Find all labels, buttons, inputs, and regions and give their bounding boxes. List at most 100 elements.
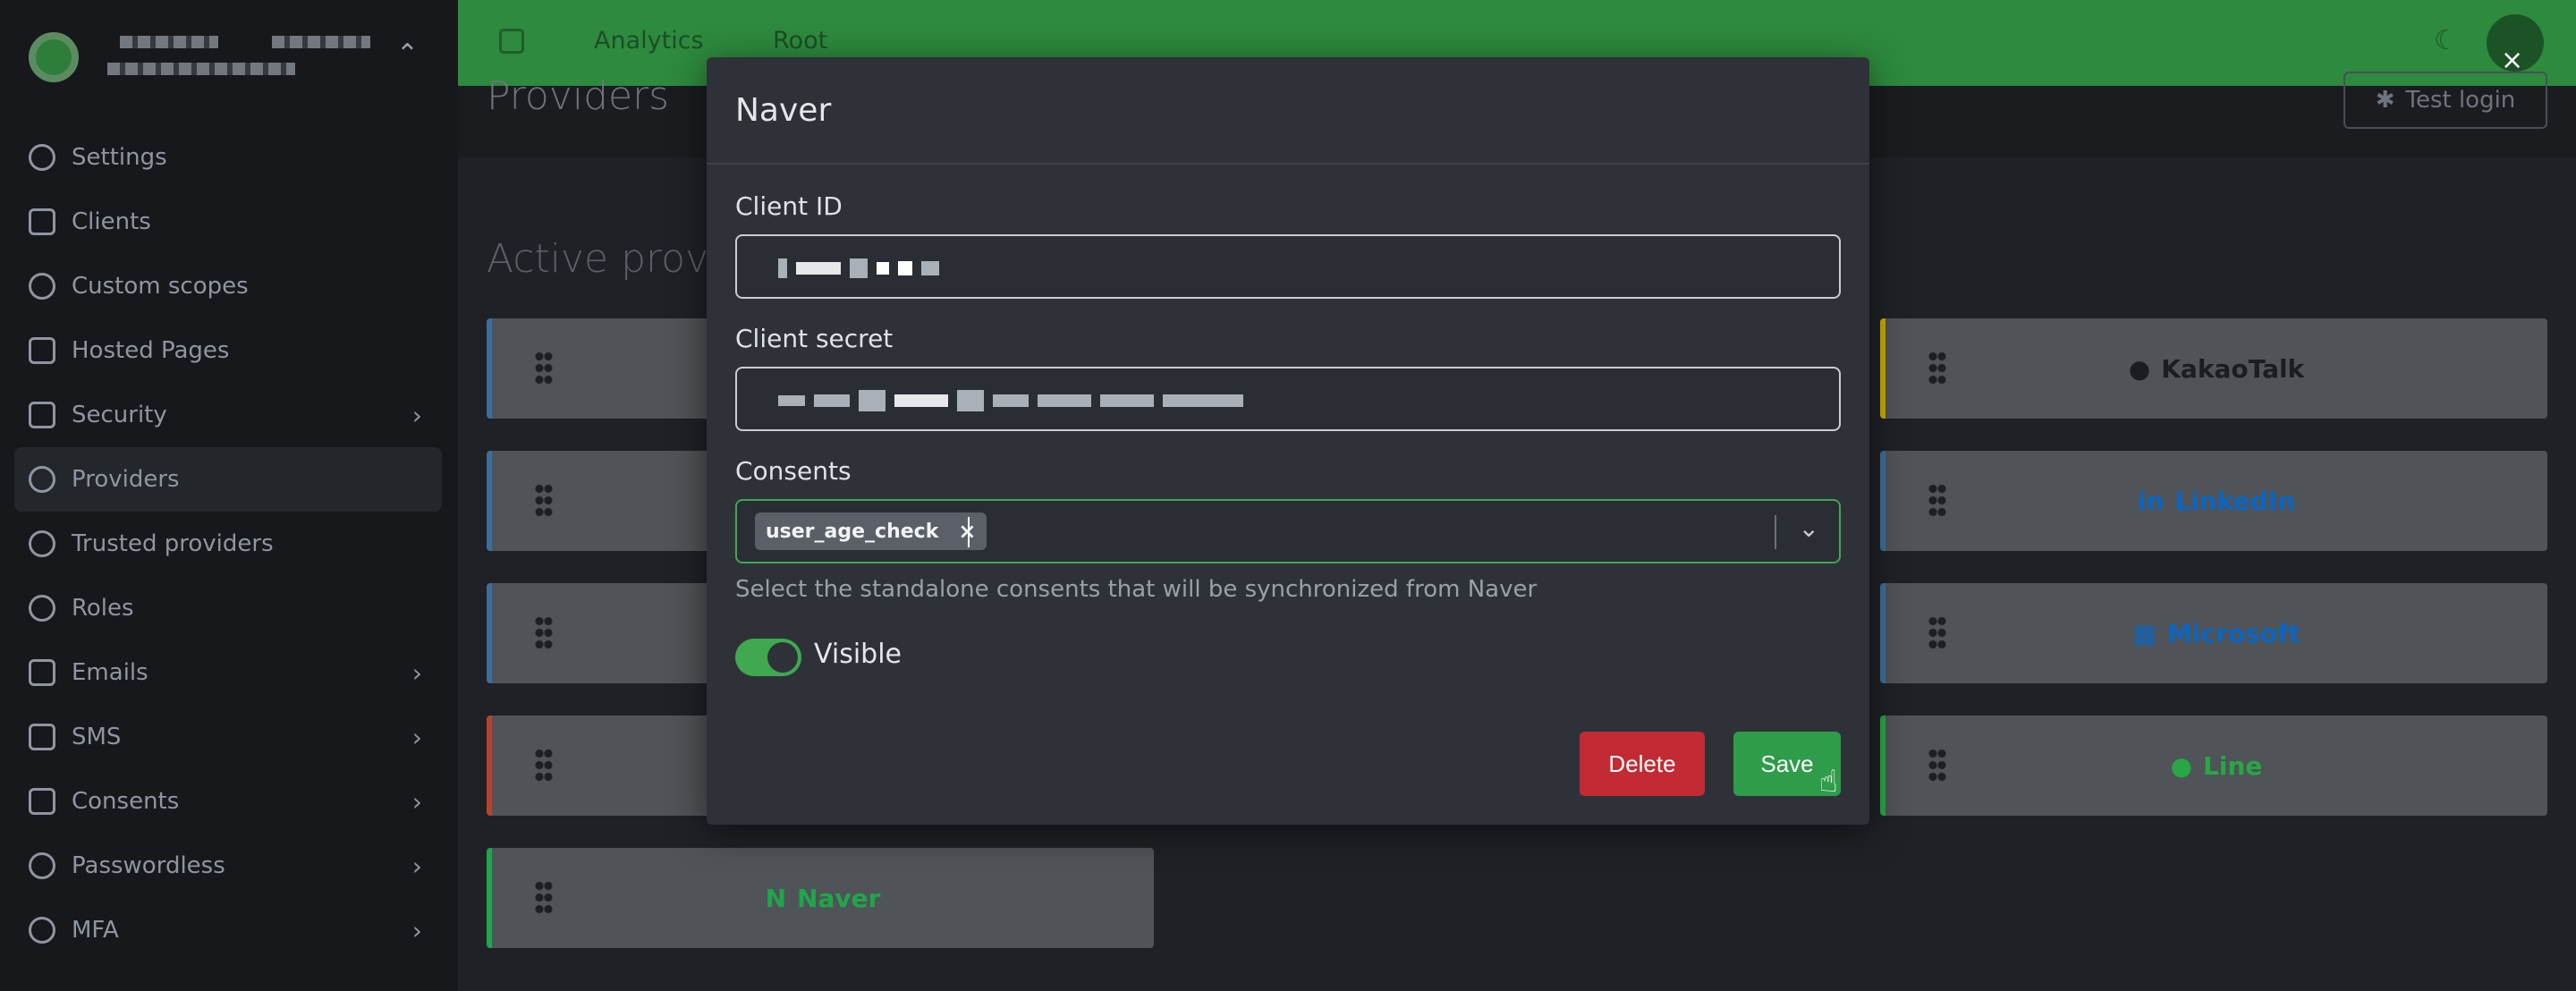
lock-icon bbox=[29, 402, 55, 428]
moon-icon[interactable]: ☾ bbox=[2434, 25, 2458, 56]
chevron-right-icon: › bbox=[411, 851, 422, 881]
client-id-field[interactable] bbox=[735, 234, 1841, 299]
hand-pointer-icon: ☝ bbox=[1819, 764, 1838, 800]
chevron-right-icon: › bbox=[411, 658, 422, 688]
drag-handle-icon[interactable] bbox=[1928, 483, 1946, 519]
chat-bubble-icon: ● bbox=[2128, 353, 2151, 384]
microsoft-icon: ▦ bbox=[2132, 618, 2157, 648]
provider-card-kakaotalk[interactable]: ● KakaoTalk bbox=[1880, 318, 2547, 419]
window-icon bbox=[29, 208, 55, 235]
visible-toggle[interactable] bbox=[735, 639, 801, 676]
delete-button[interactable]: Delete bbox=[1580, 732, 1705, 796]
test-login-button[interactable]: ✱ Test login bbox=[2343, 72, 2547, 129]
tab-root[interactable]: Root bbox=[773, 27, 827, 55]
drag-handle-icon[interactable] bbox=[535, 351, 553, 386]
browser-icon bbox=[29, 337, 55, 364]
shield-icon bbox=[29, 917, 55, 944]
provider-name: Microsoft bbox=[2166, 618, 2301, 648]
sidebar-item-sms[interactable]: SMS › bbox=[14, 705, 442, 769]
naver-icon: N bbox=[765, 883, 787, 913]
provider-name: Naver bbox=[797, 883, 881, 913]
bug-icon: ✱ bbox=[2375, 87, 2395, 114]
close-icon[interactable]: × bbox=[2501, 45, 2523, 76]
sidebar-item-label: Custom scopes bbox=[72, 273, 249, 300]
redacted-text bbox=[272, 36, 370, 48]
sidebar-item-clients[interactable]: Clients bbox=[14, 190, 442, 254]
sidebar-item-hosted-pages[interactable]: Hosted Pages bbox=[14, 318, 442, 383]
gear-icon bbox=[29, 144, 55, 171]
linkedin-icon: in bbox=[2137, 486, 2165, 516]
sidebar-item-label: Passwordless bbox=[72, 852, 225, 879]
redacted-text bbox=[107, 63, 295, 75]
sidebar-item-label: Consents bbox=[72, 788, 180, 815]
drag-handle-icon[interactable] bbox=[535, 880, 553, 916]
sidebar-item-passwordless[interactable]: Passwordless › bbox=[14, 834, 442, 898]
provider-name: Line bbox=[2203, 750, 2263, 781]
sidebar-item-settings[interactable]: Settings bbox=[14, 125, 442, 190]
text-caret bbox=[968, 517, 970, 547]
sidebar-item-label: MFA bbox=[72, 917, 119, 944]
sidebar-item-security[interactable]: Security › bbox=[14, 383, 442, 447]
divider bbox=[1775, 515, 1776, 549]
sidebar-item-roles[interactable]: Roles bbox=[14, 576, 442, 640]
chevron-right-icon: › bbox=[411, 401, 422, 430]
drag-handle-icon[interactable] bbox=[1928, 748, 1946, 783]
client-secret-label: Client secret bbox=[735, 324, 894, 353]
toggle-knob bbox=[767, 642, 798, 673]
drag-handle-icon[interactable] bbox=[1928, 351, 1946, 386]
provider-card-microsoft[interactable]: ▦ Microsoft bbox=[1880, 583, 2547, 683]
sidebar-item-mfa[interactable]: MFA › bbox=[14, 898, 442, 962]
page-title: Providers bbox=[487, 73, 670, 119]
sidebar-item-label: Settings bbox=[72, 144, 167, 171]
provider-card-line[interactable]: ● Line bbox=[1880, 716, 2547, 816]
chevron-right-icon: › bbox=[411, 723, 422, 752]
provider-name: KakaoTalk bbox=[2161, 353, 2305, 384]
chevron-down-icon[interactable]: ⌄ bbox=[1799, 513, 1819, 543]
provider-card-linkedin[interactable]: in LinkedIn bbox=[1880, 451, 2547, 551]
sidebar-item-consents[interactable]: Consents › bbox=[14, 769, 442, 834]
sidebar-item-providers[interactable]: Providers bbox=[14, 447, 442, 512]
sidebar-toggle-icon[interactable] bbox=[499, 29, 524, 54]
sidebar-item-label: Trusted providers bbox=[72, 530, 274, 557]
chevron-updown-icon: ⌃ bbox=[395, 38, 419, 70]
sidebar-item-label: Hosted Pages bbox=[72, 337, 230, 364]
provider-modal: Naver Client ID Client secret Consents u… bbox=[707, 57, 1869, 825]
redacted-value bbox=[778, 388, 1243, 413]
provider-card-naver[interactable]: N Naver bbox=[487, 848, 1154, 948]
consents-multiselect[interactable]: user_age_check × ⌄ bbox=[735, 499, 1841, 563]
sidebar-item-custom-scopes[interactable]: Custom scopes bbox=[14, 254, 442, 318]
sidebar-item-label: Providers bbox=[72, 466, 180, 493]
user-icon bbox=[29, 595, 55, 622]
sidebar-item-label: Security bbox=[72, 402, 167, 428]
provider-name: LinkedIn bbox=[2174, 486, 2296, 516]
client-id-label: Client ID bbox=[735, 191, 843, 221]
sidebar-item-label: SMS bbox=[72, 724, 122, 750]
checkbox-icon bbox=[29, 788, 55, 815]
tenant-switcher[interactable]: ⌃ bbox=[25, 23, 433, 91]
key-icon bbox=[29, 273, 55, 300]
share-icon bbox=[29, 466, 55, 493]
chevron-right-icon: › bbox=[411, 916, 422, 945]
drag-handle-icon[interactable] bbox=[535, 748, 553, 783]
redacted-text bbox=[120, 36, 218, 48]
consents-help-text: Select the standalone consents that will… bbox=[735, 576, 1538, 603]
sidebar: ⌃ Settings Clients Custom scopes Hosted … bbox=[0, 0, 458, 991]
client-secret-field[interactable] bbox=[735, 367, 1841, 431]
line-icon: ● bbox=[2170, 750, 2193, 781]
drag-handle-icon[interactable] bbox=[535, 615, 553, 651]
sidebar-item-emails[interactable]: Emails › bbox=[14, 640, 442, 705]
chevron-right-icon: › bbox=[411, 787, 422, 817]
sidebar-item-trusted-providers[interactable]: Trusted providers bbox=[14, 512, 442, 576]
wand-icon bbox=[29, 852, 55, 879]
mail-icon bbox=[29, 659, 55, 686]
app-logo bbox=[29, 32, 79, 82]
visible-label: Visible bbox=[814, 639, 902, 670]
drag-handle-icon[interactable] bbox=[1928, 615, 1946, 651]
share-icon bbox=[29, 530, 55, 557]
sidebar-item-label: Emails bbox=[72, 659, 148, 686]
sidebar-item-label: Roles bbox=[72, 595, 134, 622]
drag-handle-icon[interactable] bbox=[535, 483, 553, 519]
consent-chip: user_age_check × bbox=[755, 512, 987, 550]
tab-analytics[interactable]: Analytics bbox=[594, 27, 704, 55]
phone-icon bbox=[29, 724, 55, 750]
